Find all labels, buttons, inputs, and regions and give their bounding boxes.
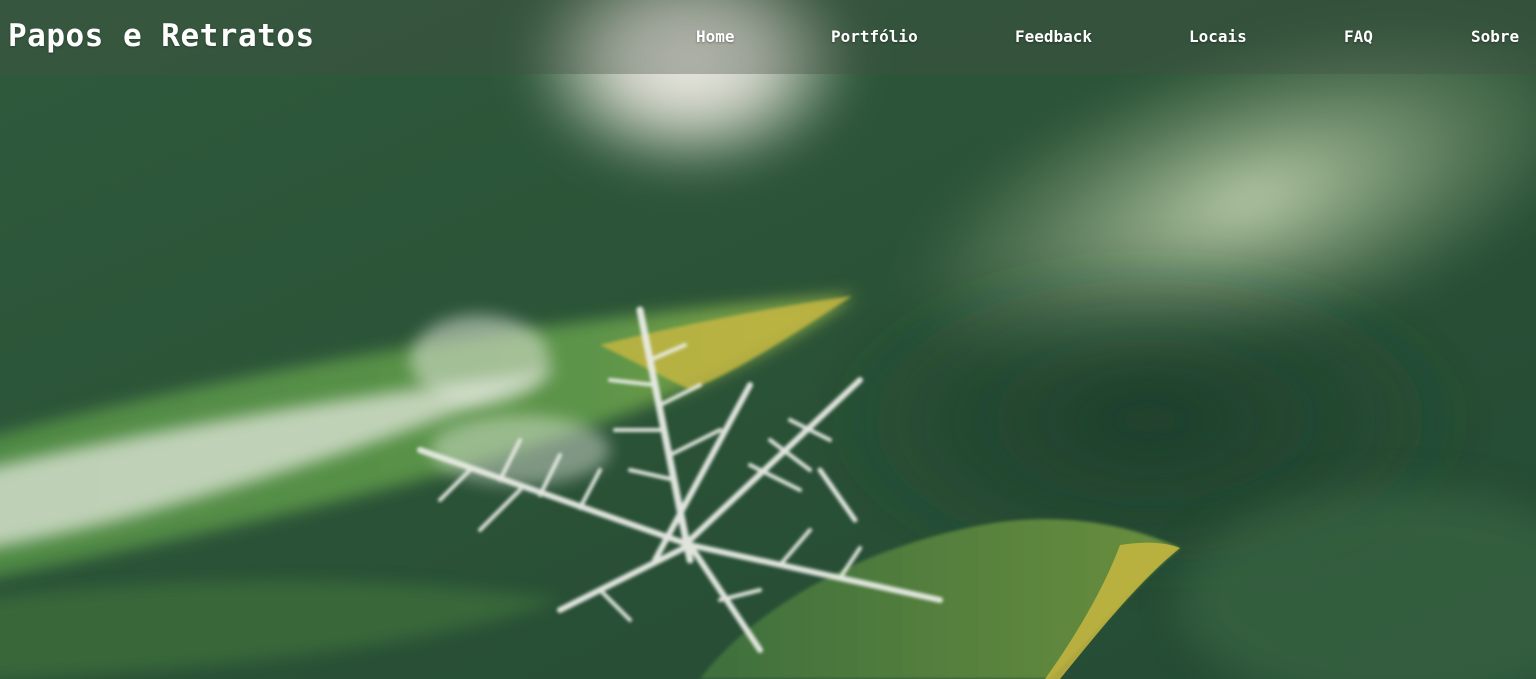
nav-link-faq[interactable]: FAQ [1344, 24, 1373, 50]
nav-link-sobre[interactable]: Sobre [1471, 24, 1519, 50]
nav-link-portfolio[interactable]: Portfólio [831, 24, 918, 50]
nav-link-home[interactable]: Home [696, 24, 735, 50]
nav-link-feedback[interactable]: Feedback [1015, 24, 1092, 50]
nav-link-locais[interactable]: Locais [1189, 24, 1247, 50]
hero-background-image [0, 0, 1536, 679]
hero-section: Papos e Retratos Home Portfólio Feedback… [0, 0, 1536, 679]
top-navbar: Papos e Retratos Home Portfólio Feedback… [0, 0, 1536, 74]
main-navigation: Home Portfólio Feedback Locais FAQ Sobre [0, 24, 1536, 50]
